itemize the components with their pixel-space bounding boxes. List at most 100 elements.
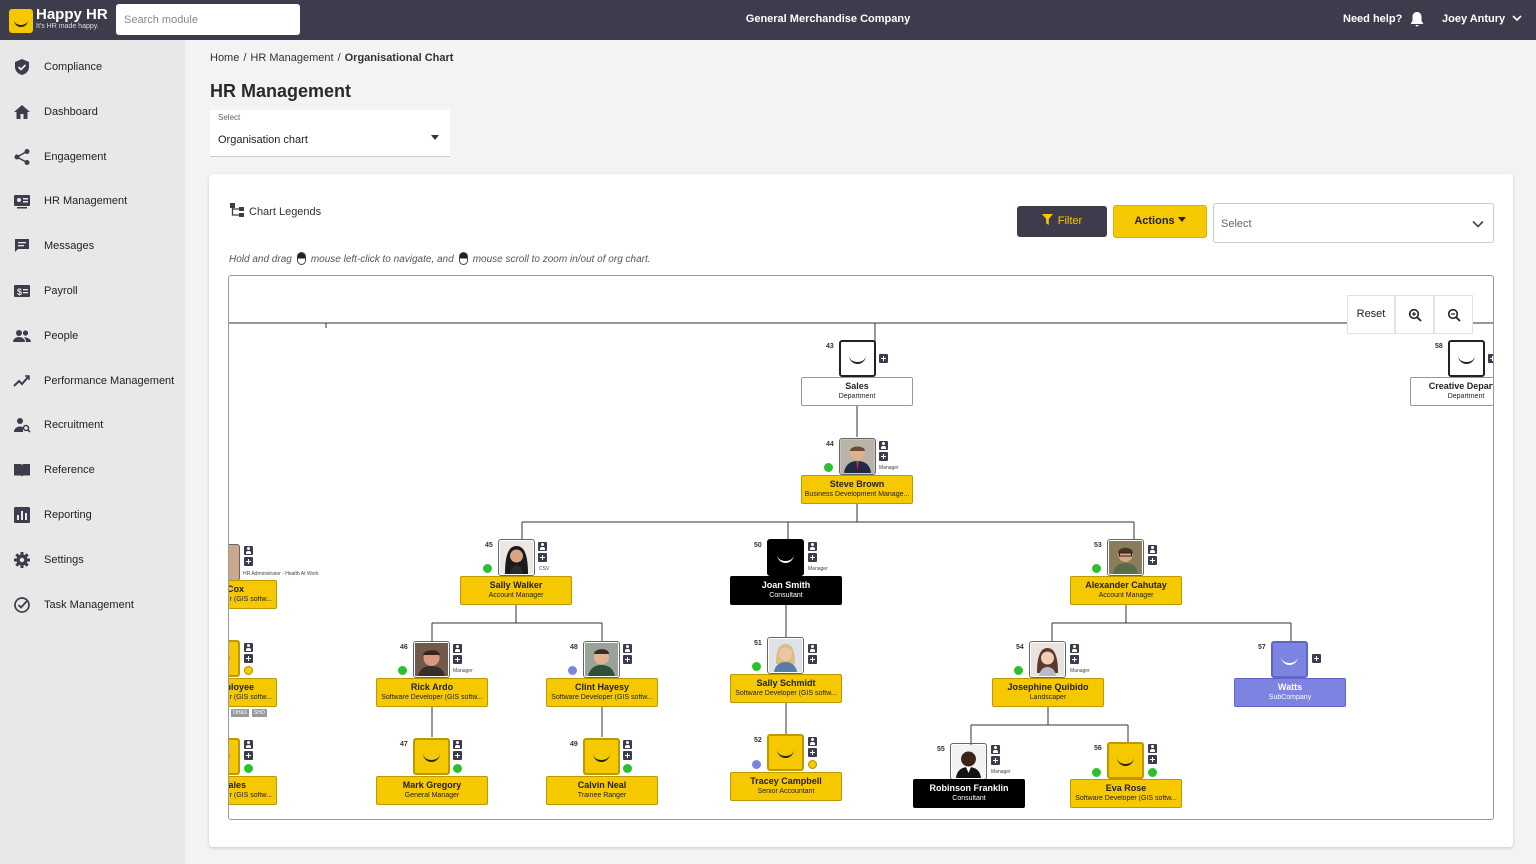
expand-plus-icon[interactable] <box>244 751 253 760</box>
clint-hayesy-photo[interactable] <box>583 641 620 678</box>
sidebar-item-compliance[interactable]: Compliance <box>0 46 185 90</box>
partial-person-photo[interactable] <box>229 544 240 581</box>
chevron-down-icon[interactable] <box>1512 13 1522 23</box>
actions-button[interactable]: Actions <box>1113 205 1207 238</box>
zoom-in-button[interactable] <box>1395 295 1434 334</box>
filter-select[interactable]: Select <box>1213 203 1494 243</box>
profile-person-icon[interactable] <box>244 643 253 652</box>
sally-schmidt-photo[interactable] <box>767 637 804 674</box>
org-node-joan-smith[interactable]: Joan Smith Consultant <box>730 576 842 605</box>
expand-plus-icon[interactable] <box>244 557 253 566</box>
robinson-franklin-photo[interactable] <box>950 743 987 780</box>
chart-legends-button[interactable]: Chart Legends <box>229 202 321 218</box>
profile-person-icon[interactable] <box>879 441 888 450</box>
expand-plus-icon[interactable] <box>1488 354 1493 363</box>
steve-brown-photo[interactable] <box>839 438 876 475</box>
expand-plus-icon[interactable] <box>244 654 253 663</box>
sidebar-item-messages[interactable]: Messages <box>0 225 185 269</box>
profile-person-icon[interactable] <box>244 740 253 749</box>
eva-rose-avatar[interactable] <box>1107 742 1144 779</box>
org-node-robinson-franklin[interactable]: Robinson Franklin Consultant <box>913 779 1025 808</box>
org-node-mark-gregory[interactable]: Mark Gregory General Manager <box>376 776 488 805</box>
bell-icon[interactable] <box>1410 11 1424 27</box>
sidebar-item-dashboard[interactable]: Dashboard <box>0 91 185 135</box>
sidebar-item-people[interactable]: People <box>0 315 185 359</box>
org-node-clint-hayesy[interactable]: Clint Hayesy Software Developer (GIS sof… <box>546 678 658 707</box>
zoom-out-button[interactable] <box>1434 295 1473 334</box>
sidebar-item-payroll[interactable]: $ Payroll <box>0 270 185 314</box>
profile-person-icon[interactable] <box>244 546 253 555</box>
org-node-partial-cox[interactable]: Cox r (GIS softw... <box>229 580 277 609</box>
tracey-campbell-avatar[interactable] <box>767 734 804 771</box>
org-node-alexander-cahutay[interactable]: Alexander Cahutay Account Manager <box>1070 576 1182 605</box>
sidebar-item-reporting[interactable]: Reporting <box>0 494 185 538</box>
sidebar-item-task-management[interactable]: Task Management <box>0 584 185 628</box>
subcompany-avatar[interactable] <box>1271 641 1308 678</box>
expand-plus-icon[interactable] <box>1070 655 1079 664</box>
expand-plus-icon[interactable] <box>808 748 817 757</box>
filter-button[interactable]: Filter <box>1017 206 1107 237</box>
org-node-eva-rose[interactable]: Eva Rose Software Developer (GIS softw..… <box>1070 779 1182 808</box>
org-node-steve-brown[interactable]: Steve Brown Business Development Manage.… <box>801 475 913 504</box>
sidebar-item-reference[interactable]: Reference <box>0 449 185 493</box>
org-node-tracey-campbell[interactable]: Tracey Campbell Senior Accountant <box>730 772 842 801</box>
profile-person-icon[interactable] <box>991 745 1000 754</box>
mark-gregory-avatar[interactable] <box>413 738 450 775</box>
expand-plus-icon[interactable] <box>991 756 1000 765</box>
sidebar-item-recruitment[interactable]: Recruitment <box>0 404 185 448</box>
partial-avatar[interactable] <box>229 640 240 677</box>
breadcrumb-hr-management[interactable]: HR Management <box>250 52 333 64</box>
sidebar-item-settings[interactable]: Settings <box>0 539 185 583</box>
org-chart-canvas[interactable]: Reset 43 Sales Department 58 Creative De… <box>228 275 1494 820</box>
expand-plus-icon[interactable] <box>538 553 547 562</box>
happy-hr-logo[interactable]: Happy HR It's HR made happy. <box>9 6 108 34</box>
profile-person-icon[interactable] <box>1148 744 1157 753</box>
expand-plus-icon[interactable] <box>879 452 888 461</box>
expand-plus-icon[interactable] <box>879 354 888 363</box>
profile-person-icon[interactable] <box>538 542 547 551</box>
org-node-sally-walker[interactable]: Sally Walker Account Manager <box>460 576 572 605</box>
profile-person-icon[interactable] <box>1148 545 1157 554</box>
expand-plus-icon[interactable] <box>1312 654 1321 663</box>
profile-person-icon[interactable] <box>808 542 817 551</box>
alexander-cahutay-photo[interactable] <box>1107 539 1144 576</box>
expand-plus-icon[interactable] <box>623 751 632 760</box>
sidebar-item-hr-management[interactable]: HR Management <box>0 180 185 224</box>
expand-plus-icon[interactable] <box>808 553 817 562</box>
expand-plus-icon[interactable] <box>808 655 817 664</box>
org-node-josephine-quibido[interactable]: Josephine Quibido Landscaper <box>992 678 1104 707</box>
expand-plus-icon[interactable] <box>1148 556 1157 565</box>
org-node-creative-department[interactable]: Creative Departm Department <box>1410 377 1493 406</box>
org-node-partial-sales[interactable]: ales r (GIS softw... <box>229 776 277 805</box>
expand-plus-icon[interactable] <box>1148 755 1157 764</box>
sally-walker-photo[interactable] <box>498 539 535 576</box>
profile-person-icon[interactable] <box>623 644 632 653</box>
org-node-rick-ardo[interactable]: Rick Ardo Software Developer (GIS softw.… <box>376 678 488 707</box>
org-node-partial-employee[interactable]: ployee r (GIS softw... <box>229 678 277 707</box>
org-node-calvin-neal[interactable]: Calvin Neal Trainee Ranger <box>546 776 658 805</box>
org-node-sales[interactable]: Sales Department <box>801 377 913 406</box>
profile-person-icon[interactable] <box>808 644 817 653</box>
expand-plus-icon[interactable] <box>623 655 632 664</box>
sidebar-item-engagement[interactable]: Engagement <box>0 136 185 180</box>
expand-plus-icon[interactable] <box>453 655 462 664</box>
profile-person-icon[interactable] <box>453 644 462 653</box>
sidebar-item-performance-management[interactable]: Performance Management <box>0 360 185 404</box>
department-avatar[interactable] <box>1448 340 1485 377</box>
need-help-link[interactable]: Need help? <box>1343 13 1402 25</box>
calvin-neal-avatar[interactable] <box>583 738 620 775</box>
profile-person-icon[interactable] <box>808 737 817 746</box>
josephine-quibido-photo[interactable] <box>1029 641 1066 678</box>
reset-button[interactable]: Reset <box>1347 295 1395 334</box>
org-node-sally-schmidt[interactable]: Sally Schmidt Software Developer (GIS so… <box>730 674 842 703</box>
profile-person-icon[interactable] <box>453 740 462 749</box>
expand-plus-icon[interactable] <box>453 751 462 760</box>
profile-person-icon[interactable] <box>623 740 632 749</box>
breadcrumb-home[interactable]: Home <box>210 52 239 64</box>
rick-ardo-photo[interactable] <box>413 641 450 678</box>
search-module-input[interactable] <box>116 4 300 35</box>
department-avatar[interactable] <box>839 340 876 377</box>
joan-smith-avatar[interactable] <box>767 539 804 576</box>
user-menu[interactable]: Joey Antury <box>1442 13 1505 25</box>
view-select[interactable]: Select Organisation chart <box>210 110 450 157</box>
